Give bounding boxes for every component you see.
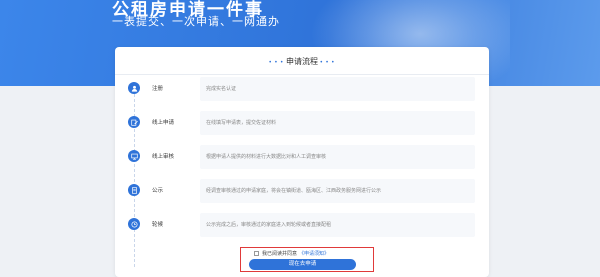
agree-checkbox-row[interactable]: 我已阅读并同意 《申请须知》 — [254, 250, 329, 257]
step-desc: 完成实名认证 — [200, 77, 475, 101]
step-online-apply: 线上申请 在线填写申请表，提交佐证材料 — [115, 111, 489, 135]
divider — [115, 74, 489, 75]
step-name: 线上审核 — [152, 154, 175, 160]
user-icon — [128, 82, 140, 94]
agree-text: 我已阅读并同意 — [262, 251, 298, 257]
agree-checkbox[interactable] — [254, 251, 259, 256]
step-name: 线上申请 — [152, 120, 175, 126]
step-desc: 根据申请人提供的材料进行大数据比对和人工调查审核 — [200, 145, 475, 169]
title-dots-left: • • • — [269, 60, 284, 66]
apply-now-button[interactable]: 现在去申请 — [249, 259, 356, 270]
process-title: 申请流程 — [286, 57, 318, 66]
banner-subtitle: 一表提交、一次申请、一网通办 — [112, 16, 280, 28]
process-title-row: • • • 申请流程 • • • — [115, 56, 489, 67]
step-name: 轮候 — [152, 222, 164, 228]
step-online-review: 线上审核 根据申请人提供的材料进行大数据比对和人工调查审核 — [115, 145, 489, 169]
step-register: 注册 完成实名认证 — [115, 77, 489, 101]
step-name: 注册 — [152, 86, 164, 92]
step-name: 公示 — [152, 188, 164, 194]
monitor-icon — [128, 150, 140, 162]
step-desc: 经调查审核通过的申请家庭，将会在镇街道、瓯海区、江西政务服务网进行公示 — [200, 179, 475, 203]
step-desc: 在线填写申请表，提交佐证材料 — [200, 111, 475, 135]
process-card: • • • 申请流程 • • • 注册 完成实名认证 线上申请 在线填写申请表，… — [115, 47, 489, 277]
step-waiting: 轮候 公示完成之后，审核通过的家庭进入到轮候或者直接配租 — [115, 213, 489, 237]
clock-icon — [128, 218, 140, 230]
document-icon — [128, 184, 140, 196]
step-publicity: 公示 经调查审核通过的申请家庭，将会在镇街道、瓯海区、江西政务服务网进行公示 — [115, 179, 489, 203]
edit-icon — [128, 116, 140, 128]
title-dots-right: • • • — [320, 60, 335, 66]
terms-link[interactable]: 《申请须知》 — [299, 250, 329, 257]
step-desc: 公示完成之后，审核通过的家庭进入到轮候或者直接配租 — [200, 213, 475, 237]
